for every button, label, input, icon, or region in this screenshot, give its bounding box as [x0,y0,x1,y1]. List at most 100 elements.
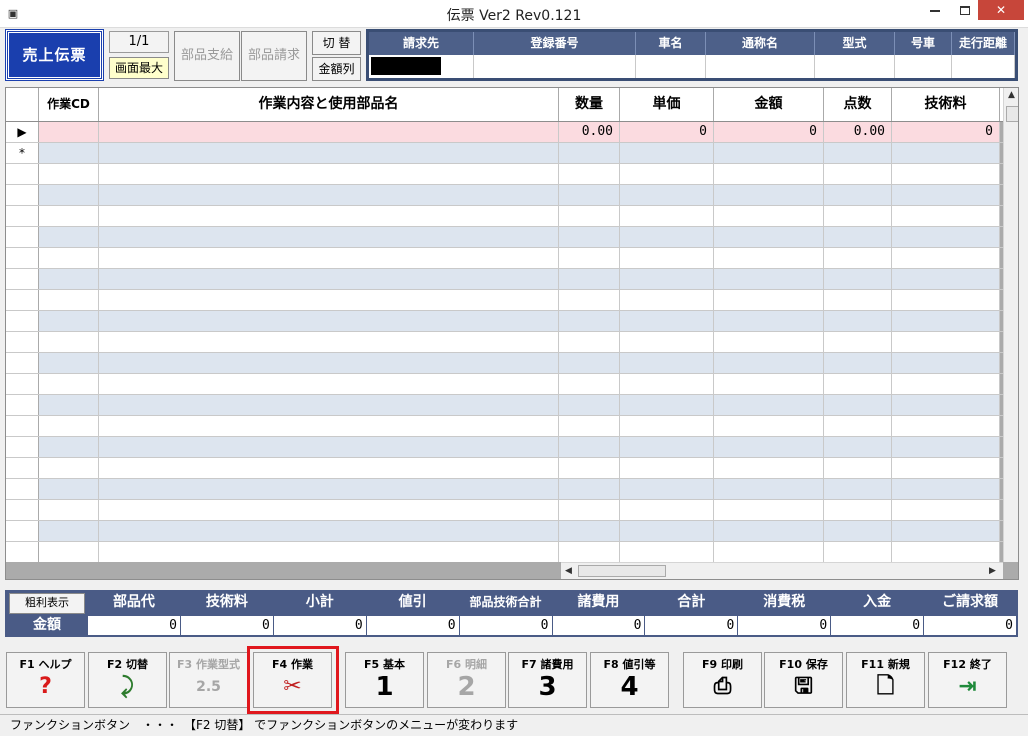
amount-cell[interactable]: 0 [714,122,824,142]
f1-help-button[interactable]: F1 ヘルプ ? [6,652,85,708]
unit-price-cell[interactable]: 0 [620,122,714,142]
vertical-scrollbar[interactable]: ▲ [1003,88,1018,562]
close-button[interactable]: ✕ [978,0,1024,20]
description-cell[interactable] [99,143,559,163]
f5-basic-button[interactable]: F5 基本 1 [345,652,424,708]
description-cell[interactable] [99,164,559,184]
quantity-cell[interactable] [559,164,620,184]
table-row[interactable] [6,248,1003,269]
work-cd-cell[interactable] [39,500,99,520]
work-cd-cell[interactable] [39,416,99,436]
row-selector[interactable] [6,311,39,331]
tech-fee-cell[interactable] [892,500,1000,520]
description-cell[interactable] [99,458,559,478]
registration-field[interactable] [474,54,636,78]
description-cell[interactable] [99,416,559,436]
unit-price-cell[interactable] [620,521,714,541]
col-header-quantity[interactable]: 数量 [559,88,620,121]
table-row[interactable]: ▶ 0.00 0 0 0.00 0 [6,122,1003,143]
work-cd-cell[interactable] [39,290,99,310]
f6-detail-button[interactable]: F6 明細 2 [427,652,506,708]
amount-cell[interactable] [714,143,824,163]
vertical-scroll-thumb[interactable] [1006,106,1018,122]
f9-print-button[interactable]: F9 印刷 ⎙ [683,652,762,708]
maximize-screen-button[interactable]: 画面最大 [109,57,169,79]
unit-price-cell[interactable] [620,479,714,499]
points-cell[interactable] [824,395,892,415]
points-cell[interactable] [824,227,892,247]
quantity-cell[interactable] [559,143,620,163]
row-selector[interactable] [6,206,39,226]
description-cell[interactable] [99,206,559,226]
unit-price-cell[interactable] [620,311,714,331]
common-name-field[interactable] [706,54,815,78]
description-cell[interactable] [99,269,559,289]
row-selector[interactable] [6,500,39,520]
quantity-cell[interactable] [559,206,620,226]
unit-price-cell[interactable] [620,458,714,478]
points-cell[interactable] [824,542,892,562]
description-cell[interactable] [99,500,559,520]
quantity-cell[interactable] [559,479,620,499]
tech-fee-cell[interactable] [892,269,1000,289]
mileage-field[interactable] [952,54,1015,78]
quantity-cell[interactable] [559,248,620,268]
new-row-marker[interactable]: * [6,143,39,163]
tech-fee-cell[interactable] [892,437,1000,457]
table-row[interactable] [6,374,1003,395]
amount-cell[interactable] [714,395,824,415]
description-cell[interactable] [99,542,559,562]
quantity-cell[interactable] [559,269,620,289]
scroll-right-icon[interactable]: ▶ [989,566,996,576]
f12-exit-button[interactable]: F12 終了 ⇥ [928,652,1007,708]
amount-columns-button[interactable]: 金額列 [312,57,361,81]
f10-save-button[interactable]: F10 保存 🖫 [764,652,843,708]
points-cell[interactable] [824,269,892,289]
car-number-field[interactable] [895,54,952,78]
points-cell[interactable] [824,479,892,499]
work-cd-cell[interactable] [39,521,99,541]
unit-price-cell[interactable] [620,227,714,247]
tech-fee-cell[interactable] [892,521,1000,541]
unit-price-cell[interactable] [620,269,714,289]
unit-price-cell[interactable] [620,416,714,436]
points-cell[interactable]: 0.00 [824,122,892,142]
work-cd-cell[interactable] [39,395,99,415]
unit-price-cell[interactable] [620,290,714,310]
table-row[interactable]: * [6,143,1003,164]
unit-price-cell[interactable] [620,185,714,205]
f3-work-type-button[interactable]: F3 作業型式 2.5 [169,652,248,708]
horizontal-scroll-thumb[interactable] [578,565,666,577]
work-cd-cell[interactable] [39,542,99,562]
sales-slip-button[interactable]: 売上伝票 [5,29,104,81]
parts-supply-button[interactable]: 部品支給 [174,31,240,81]
unit-price-cell[interactable] [620,542,714,562]
tech-fee-cell[interactable]: 0 [892,122,1000,142]
quantity-cell[interactable] [559,374,620,394]
points-cell[interactable] [824,206,892,226]
work-cd-cell[interactable] [39,311,99,331]
amount-cell[interactable] [714,374,824,394]
quantity-cell[interactable] [559,521,620,541]
quantity-cell[interactable] [559,290,620,310]
margin-display-button[interactable]: 粗利表示 [9,593,85,614]
row-selector[interactable] [6,332,39,352]
tech-fee-cell[interactable] [892,143,1000,163]
row-selector[interactable] [6,269,39,289]
work-cd-cell[interactable] [39,185,99,205]
row-selector[interactable] [6,353,39,373]
tech-fee-cell[interactable] [892,416,1000,436]
amount-cell[interactable] [714,164,824,184]
amount-cell[interactable] [714,416,824,436]
col-header-amount[interactable]: 金額 [714,88,824,121]
tech-fee-cell[interactable] [892,395,1000,415]
billing-field[interactable] [369,54,474,78]
work-cd-cell[interactable] [39,353,99,373]
work-cd-cell[interactable] [39,227,99,247]
switch-button[interactable]: 切 替 [312,31,361,55]
table-row[interactable] [6,353,1003,374]
table-row[interactable] [6,311,1003,332]
scroll-left-icon[interactable]: ◀ [565,566,572,576]
unit-price-cell[interactable] [620,395,714,415]
amount-cell[interactable] [714,248,824,268]
